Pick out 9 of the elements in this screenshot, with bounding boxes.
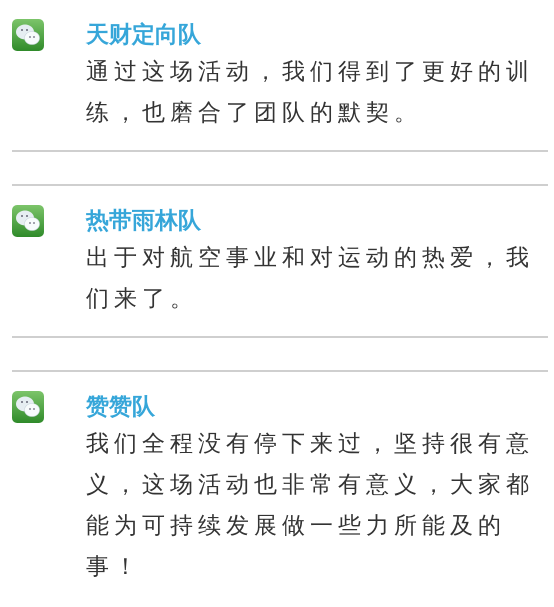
chat-bubbles-icon [12, 19, 44, 51]
message-text: 我们全程没有停下来过，坚持很有意义，这场活动也非常有意义，大家都能为可持续发展做一些力所能及的事！ [86, 430, 535, 582]
team-name: 天财定向队 [86, 21, 202, 50]
chat-bubbles-icon [12, 205, 44, 237]
chat-bubbles-icon [12, 391, 44, 423]
team-name: 赞赞队 [86, 393, 156, 422]
message-text: 出于对航空事业和对运动的热爱，我们来了。 [86, 244, 535, 314]
team-name: 热带雨林队 [86, 207, 202, 236]
message-text: 通过这场活动，我们得到了更好的训练，也磨合了团队的默契。 [86, 58, 535, 128]
